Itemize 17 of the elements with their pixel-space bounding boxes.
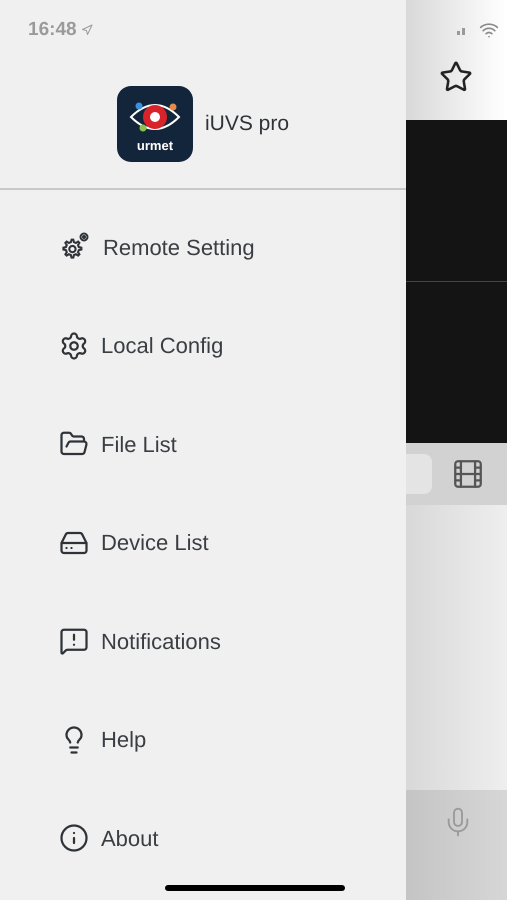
location-icon bbox=[80, 24, 93, 36]
menu-item[interactable]: Device List bbox=[0, 494, 406, 592]
input-field[interactable] bbox=[406, 454, 432, 494]
menu-item[interactable]: File List bbox=[0, 395, 406, 494]
app-name: iUVS pro bbox=[204, 111, 290, 138]
status-time: 16:48 bbox=[28, 18, 77, 42]
menu-item[interactable]: Help bbox=[0, 690, 406, 789]
menu-item[interactable]: Notifications bbox=[0, 592, 406, 690]
menu-item[interactable]: Remote Setting bbox=[0, 198, 406, 296]
settings-icon bbox=[59, 330, 89, 361]
info-icon bbox=[59, 823, 89, 854]
film-play-icon[interactable] bbox=[451, 457, 485, 491]
alert-message-icon bbox=[59, 626, 89, 656]
menu-item[interactable]: Local Config bbox=[0, 296, 406, 395]
menu-item[interactable]: About bbox=[0, 789, 406, 888]
logo-text: urmet bbox=[136, 138, 174, 152]
favorite-star-icon[interactable] bbox=[439, 60, 473, 94]
